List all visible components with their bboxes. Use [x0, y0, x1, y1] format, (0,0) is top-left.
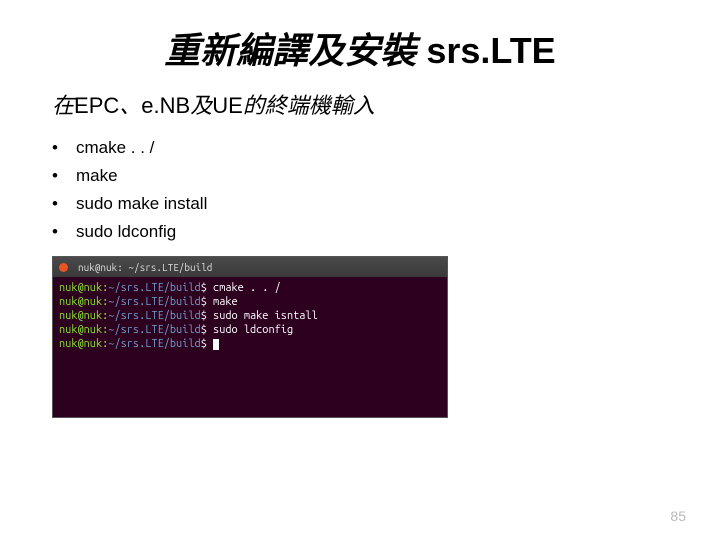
subtitle-t1: EPC: [74, 93, 119, 118]
terminal-window: nuk@nuk: ~/srs.LTE/build nuk@nuk:~/srs.L…: [52, 256, 448, 418]
subtitle-t2: e.NB: [141, 93, 190, 118]
terminal-titlebar: nuk@nuk: ~/srs.LTE/build: [53, 257, 447, 277]
prompt-user: nuk@nuk: [59, 338, 102, 350]
cursor-icon: [213, 339, 219, 350]
list-item: make: [52, 162, 720, 190]
subtitle-pre: 在: [52, 93, 74, 118]
terminal-cmd: sudo make isntall: [213, 310, 318, 322]
terminal-line: nuk@nuk:~/srs.LTE/build$ cmake . . /: [59, 281, 441, 295]
prompt-path: ~/srs.LTE/build: [108, 338, 200, 350]
terminal-line: nuk@nuk:~/srs.LTE/build$: [59, 337, 441, 351]
terminal-line: nuk@nuk:~/srs.LTE/build$ sudo ldconfig: [59, 323, 441, 337]
page-title: 重新編譯及安裝 srs.LTE: [0, 0, 720, 88]
title-latin: srs.LTE: [416, 30, 555, 71]
title-cjk: 重新編譯及安裝: [164, 31, 416, 71]
terminal-cmd: make: [213, 296, 238, 308]
prompt-path: ~/srs.LTE/build: [108, 324, 200, 336]
subtitle-post: 的終端機輸入: [243, 93, 375, 118]
subtitle-mid: 及: [190, 93, 212, 118]
terminal-cmd: sudo ldconfig: [213, 324, 293, 336]
prompt-user: nuk@nuk: [59, 310, 102, 322]
subtitle-t3: UE: [212, 93, 243, 118]
close-icon: [59, 263, 68, 272]
list-item: sudo make install: [52, 190, 720, 218]
list-item: cmake . . /: [52, 134, 720, 162]
command-list: cmake . . / make sudo make install sudo …: [0, 134, 720, 246]
prompt-user: nuk@nuk: [59, 282, 102, 294]
subtitle: 在EPC、e.NB及UE的終端機輸入: [0, 88, 720, 134]
terminal-title: nuk@nuk: ~/srs.LTE/build: [78, 262, 212, 273]
subtitle-sep: 、: [119, 93, 141, 118]
prompt-user: nuk@nuk: [59, 296, 102, 308]
prompt-path: ~/srs.LTE/build: [108, 310, 200, 322]
page-number: 85: [670, 508, 686, 524]
list-item: sudo ldconfig: [52, 218, 720, 246]
terminal-line: nuk@nuk:~/srs.LTE/build$ make: [59, 295, 441, 309]
terminal-body: nuk@nuk:~/srs.LTE/build$ cmake . . / nuk…: [53, 277, 447, 417]
prompt-path: ~/srs.LTE/build: [108, 282, 200, 294]
terminal-line: nuk@nuk:~/srs.LTE/build$ sudo make isnta…: [59, 309, 441, 323]
prompt-user: nuk@nuk: [59, 324, 102, 336]
terminal-cmd: cmake . . /: [213, 282, 281, 294]
prompt-path: ~/srs.LTE/build: [108, 296, 200, 308]
